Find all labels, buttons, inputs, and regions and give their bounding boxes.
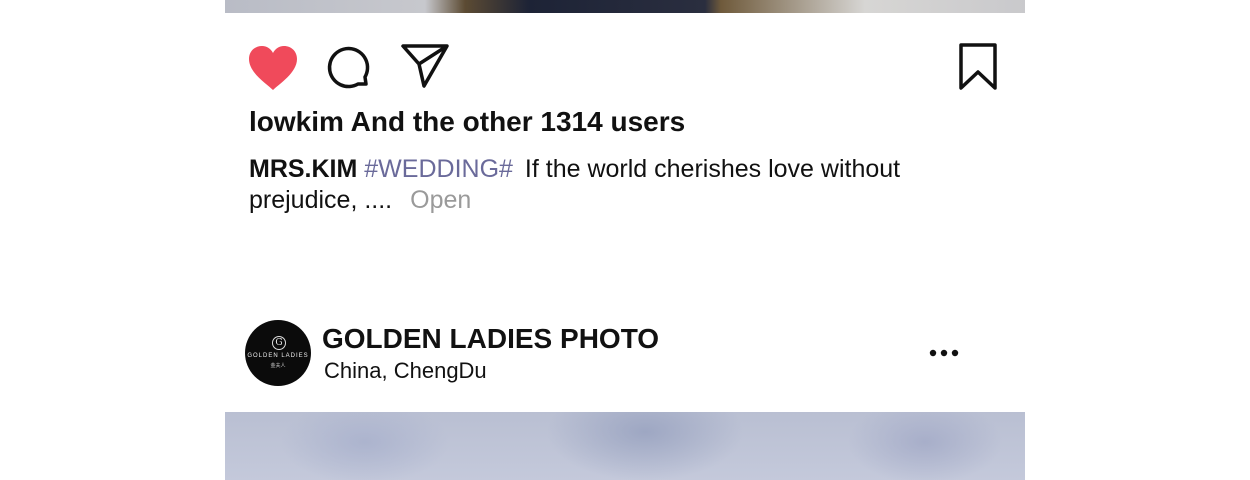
caption-hashtag[interactable]: #WEDDING# <box>364 155 513 183</box>
comment-button[interactable] <box>325 44 373 92</box>
avatar-brand-subtext: 金夫人 <box>270 363 286 369</box>
comment-bubble-icon <box>327 46 370 89</box>
feed-page: lowkim And the other 1314 users MRS.KIM … <box>0 0 1250 480</box>
paper-plane-icon <box>401 44 449 88</box>
caption-author[interactable]: MRS.KIM <box>249 155 357 183</box>
more-options-button[interactable] <box>929 346 959 360</box>
location-country: China, <box>324 358 388 383</box>
avatar[interactable]: G GOLDEN LADIES 金夫人 <box>245 320 311 386</box>
post-caption: MRS.KIM #WEDDING# If the world cherishes … <box>249 154 949 216</box>
next-post-photo[interactable] <box>225 412 1025 480</box>
save-button[interactable] <box>957 42 999 92</box>
previous-post-photo[interactable] <box>225 0 1025 13</box>
bookmark-icon <box>959 43 997 90</box>
account-name[interactable]: GOLDEN LADIES PHOTO <box>322 323 659 355</box>
post-location[interactable]: China, ChengDu <box>324 358 487 384</box>
avatar-logo-mark: G <box>272 336 286 350</box>
likes-summary[interactable]: lowkim And the other 1314 users <box>249 106 685 138</box>
post-action-bar <box>225 40 1025 96</box>
heart-filled-icon <box>249 46 297 90</box>
avatar-brand-text: GOLDEN LADIES <box>247 353 309 359</box>
more-dots-icon <box>929 349 959 357</box>
like-button[interactable] <box>247 44 299 92</box>
next-post-header: G GOLDEN LADIES 金夫人 GOLDEN LADIES PHOTO … <box>245 320 1005 388</box>
caption-open-link[interactable]: Open <box>410 186 471 214</box>
location-city: ChengDu <box>393 358 487 383</box>
feed-column: lowkim And the other 1314 users MRS.KIM … <box>225 0 1025 480</box>
share-button[interactable] <box>400 42 450 92</box>
